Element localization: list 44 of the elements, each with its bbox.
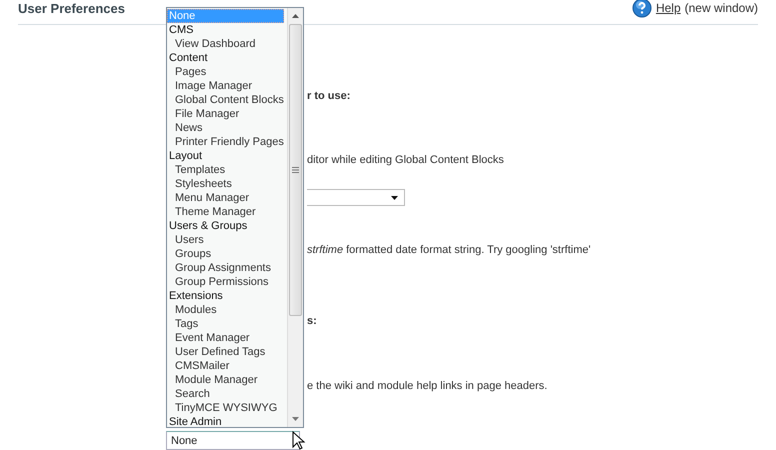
section-heading: r to use: <box>307 90 350 102</box>
dropdown-option[interactable]: Content <box>167 51 287 65</box>
dropdown-option[interactable]: File Manager <box>167 107 287 121</box>
dropdown-option[interactable]: Layout <box>167 149 287 163</box>
dropdown-option[interactable]: Templates <box>167 163 287 177</box>
dropdown-option[interactable]: Users & Groups <box>167 219 287 233</box>
dropdown-option[interactable]: Users <box>167 233 287 247</box>
dropdown-option[interactable]: Tags <box>167 317 287 331</box>
dropdown-option[interactable]: Search <box>167 387 287 401</box>
caret-icon <box>391 196 398 200</box>
option-description: strftime formatted date format string. Try googling 'strftime' <box>307 244 591 256</box>
dropdown-option[interactable]: Printer Friendly Pages <box>167 135 287 149</box>
dropdown-option[interactable]: Site Admin <box>167 415 287 429</box>
dropdown-option[interactable]: TinyMCE WYSIWYG <box>167 401 287 415</box>
dropdown-option[interactable]: CMSMailer <box>167 359 287 373</box>
dropdown-option[interactable]: View Dashboard <box>167 37 287 51</box>
scroll-thumb[interactable] <box>289 24 302 316</box>
page-title: User Preferences <box>18 0 125 16</box>
dropdown-option[interactable]: Groups <box>167 247 287 261</box>
dropdown-option[interactable]: Menu Manager <box>167 191 287 205</box>
dropdown-option[interactable]: Extensions <box>167 289 287 303</box>
dropdown-option[interactable]: Group Assignments <box>167 261 287 275</box>
scrollbar[interactable] <box>287 8 303 427</box>
dropdown-option[interactable]: Image Manager <box>167 79 287 93</box>
dropdown-option[interactable]: Theme Manager <box>167 205 287 219</box>
option-description: e the wiki and module help links in page headers. <box>307 380 548 392</box>
dropdown-option[interactable]: CMS <box>167 23 287 37</box>
scroll-down-icon[interactable] <box>292 417 299 421</box>
dropdown-option[interactable]: Module Manager <box>167 373 287 387</box>
grip-icon <box>292 167 299 173</box>
option-description: ditor while editing Global Content Blocks <box>307 154 504 166</box>
help-note: (new window) <box>684 1 758 15</box>
select-field[interactable] <box>307 189 405 206</box>
dropdown-option[interactable]: Modules <box>167 303 287 317</box>
scroll-up-icon[interactable] <box>292 14 299 18</box>
help-link[interactable]: Help <box>656 1 681 15</box>
dropdown-option[interactable]: Event Manager <box>167 331 287 345</box>
dropdown-option[interactable]: User Defined Tags <box>167 345 287 359</box>
dropdown-option[interactable]: Group Permissions <box>167 275 287 289</box>
dropdown-option[interactable]: Stylesheets <box>167 177 287 191</box>
dropdown-option[interactable]: Global Content Blocks <box>167 93 287 107</box>
dropdown-option[interactable]: Pages <box>167 65 287 79</box>
dropdown-option[interactable]: News <box>167 121 287 135</box>
section-heading: s: <box>307 315 317 327</box>
